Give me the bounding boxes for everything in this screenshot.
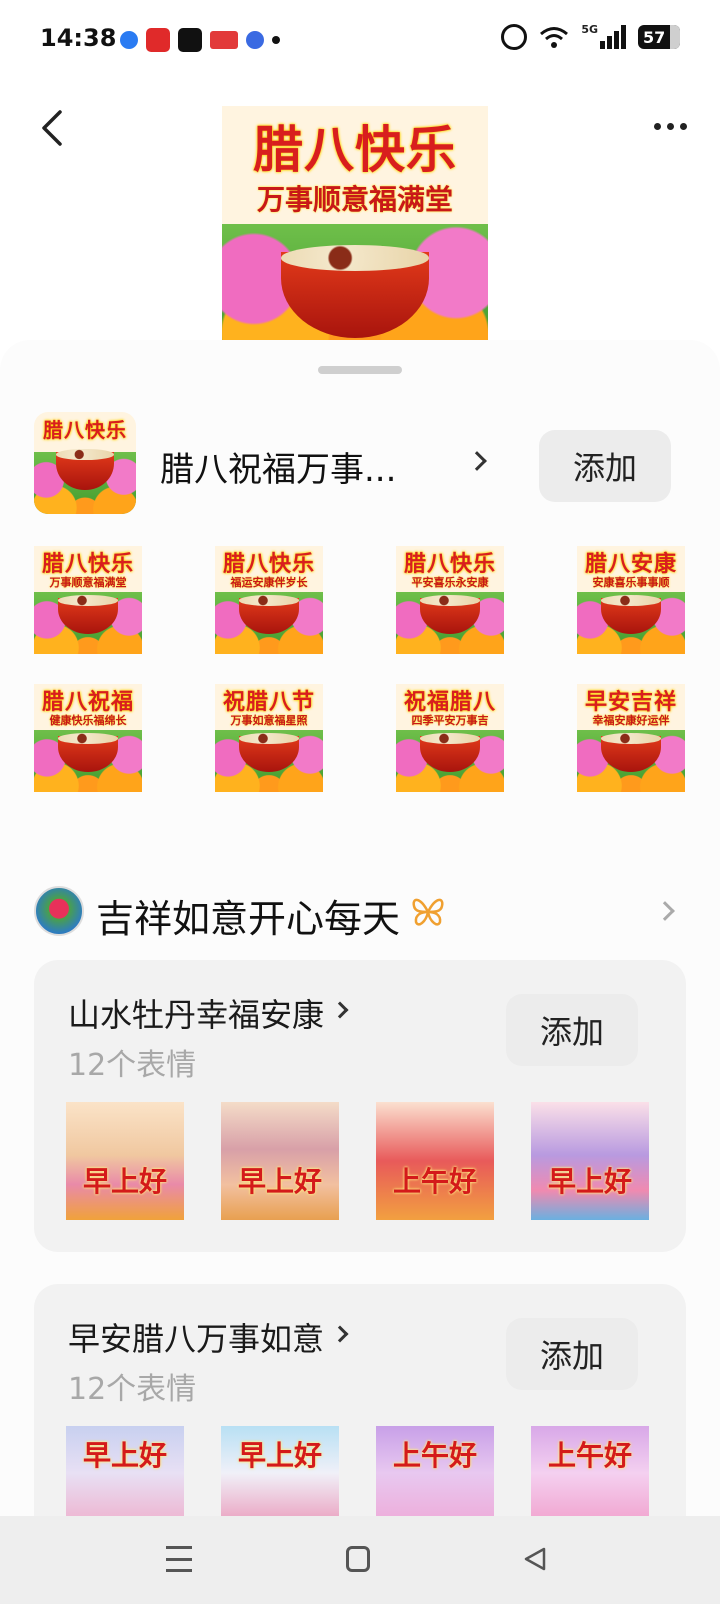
- card-title: 早安腊八万事如意: [68, 1320, 325, 1358]
- section-header[interactable]: 吉祥如意开心每天: [34, 884, 686, 941]
- status-time: 14:38: [40, 24, 117, 52]
- sticker-thumbnail[interactable]: 早上好: [221, 1102, 339, 1220]
- system-nav-bar: [0, 1516, 720, 1604]
- section-title: 吉祥如意开心每天: [96, 897, 401, 941]
- more-notifications-icon: [272, 36, 280, 44]
- browser-app-icon: [120, 31, 138, 49]
- sticker-subtitle: 四季平安万事吉: [411, 714, 489, 727]
- battery-level: 57: [643, 27, 666, 47]
- hero-title: 腊八快乐: [253, 121, 457, 179]
- more-options-icon[interactable]: [650, 116, 690, 136]
- sticker-item[interactable]: 腊八快乐 平安喜乐永安康: [396, 546, 504, 654]
- sticker-item[interactable]: 祝腊八节 万事如意福星照: [215, 684, 323, 792]
- chevron-right-icon: [467, 451, 487, 471]
- wifi-icon: [540, 27, 569, 48]
- shopping-app-icon: [146, 28, 170, 52]
- pack-card[interactable]: 山水牡丹幸福安康 12个表情 添加 早上好 早上好 上午好 早上好: [34, 960, 686, 1252]
- thumbnail-greeting: 早上好: [237, 1165, 322, 1198]
- network-type: 5G: [581, 22, 598, 36]
- status-indicators: 5G 57: [501, 22, 680, 50]
- pack-title: 腊八祝福万事...: [160, 450, 397, 490]
- sticker-subtitle: 万事顺意福满堂: [49, 576, 127, 589]
- add-pack-button[interactable]: 添加: [506, 1318, 638, 1390]
- thumbnail-greeting: 早上好: [237, 1439, 322, 1472]
- home-icon[interactable]: [346, 1546, 370, 1572]
- sticker-item[interactable]: 祝福腊八 四季平安万事吉: [396, 684, 504, 792]
- sticker-item[interactable]: 早安吉祥 幸福安康好运伴: [577, 684, 685, 792]
- news-app-icon: [210, 31, 238, 49]
- add-pack-button[interactable]: 添加: [506, 994, 638, 1066]
- thumbnail-greeting: 上午好: [547, 1439, 632, 1472]
- sticker-subtitle: 安康喜乐事事顺: [592, 576, 670, 589]
- menu-icon[interactable]: [166, 1546, 192, 1572]
- sheet-drag-handle[interactable]: [318, 366, 402, 374]
- section-avatar: [34, 886, 84, 936]
- sticker-sheet: 腊八快乐 腊八祝福万事... 添加 腊八快乐 万事顺意福满堂 腊八快乐 福运安康伴岁长…: [0, 340, 720, 1604]
- sticker-subtitle: 万事如意福星照: [230, 714, 308, 727]
- hero-sticker-image: 腊八快乐 万事顺意福满堂: [222, 106, 488, 346]
- sticker-thumbnail[interactable]: 上午好: [376, 1102, 494, 1220]
- thumbnail-greeting: 早上好: [547, 1165, 632, 1198]
- sticker-subtitle: 平安喜乐永安康: [411, 576, 489, 589]
- sticker-thumbnail[interactable]: 早上好: [66, 1102, 184, 1220]
- alarm-icon: [501, 24, 528, 50]
- sticker-subtitle: 健康快乐福绵长: [49, 714, 127, 727]
- baidu-app-icon: [246, 31, 264, 49]
- sticker-count: 12个表情: [68, 1048, 197, 1083]
- status-bar: 14:38 5G 57: [0, 0, 720, 80]
- thumbnail-greeting: 上午好: [392, 1165, 477, 1198]
- sticker-item[interactable]: 腊八快乐 万事顺意福满堂: [34, 546, 142, 654]
- sticker-subtitle: 福运安康伴岁长: [230, 576, 308, 589]
- chevron-right-icon: [331, 1325, 349, 1343]
- pack-icon-text: 腊八快乐: [43, 418, 127, 442]
- battery-indicator: 57: [638, 25, 680, 49]
- chevron-right-icon: [331, 1001, 349, 1019]
- card-thumbnails: 早上好 早上好 上午好 早上好: [66, 1102, 649, 1220]
- tiktok-app-icon: [178, 28, 202, 52]
- back-triangle-icon[interactable]: [522, 1546, 548, 1572]
- sticker-item[interactable]: 腊八安康 安康喜乐事事顺: [577, 546, 685, 654]
- notification-icons: [120, 28, 280, 52]
- pack-icon: 腊八快乐: [34, 412, 136, 514]
- back-icon[interactable]: [36, 106, 72, 150]
- pack-header[interactable]: 腊八快乐 腊八祝福万事... 添加: [34, 412, 686, 516]
- thumbnail-greeting: 上午好: [392, 1439, 477, 1472]
- card-title: 山水牡丹幸福安康: [68, 996, 325, 1034]
- thumbnail-greeting: 早上好: [82, 1439, 167, 1472]
- sticker-subtitle: 幸福安康好运伴: [592, 714, 670, 727]
- chevron-right-icon: [655, 901, 675, 921]
- sticker-count: 12个表情: [68, 1372, 197, 1407]
- sticker-item[interactable]: 腊八快乐 福运安康伴岁长: [215, 546, 323, 654]
- sticker-thumbnail[interactable]: 早上好: [531, 1102, 649, 1220]
- sticker-item[interactable]: 腊八祝福 健康快乐福绵长: [34, 684, 142, 792]
- sticker-grid: 腊八快乐 万事顺意福满堂 腊八快乐 福运安康伴岁长 腊八快乐 平安喜乐永安康 腊八安康 安康喜…: [34, 546, 686, 792]
- add-pack-button[interactable]: 添加: [539, 430, 671, 502]
- thumbnail-greeting: 早上好: [82, 1165, 167, 1198]
- hero-subtitle: 万事顺意福满堂: [256, 183, 453, 216]
- signal-icon: [600, 25, 626, 49]
- butterfly-icon: [412, 898, 444, 926]
